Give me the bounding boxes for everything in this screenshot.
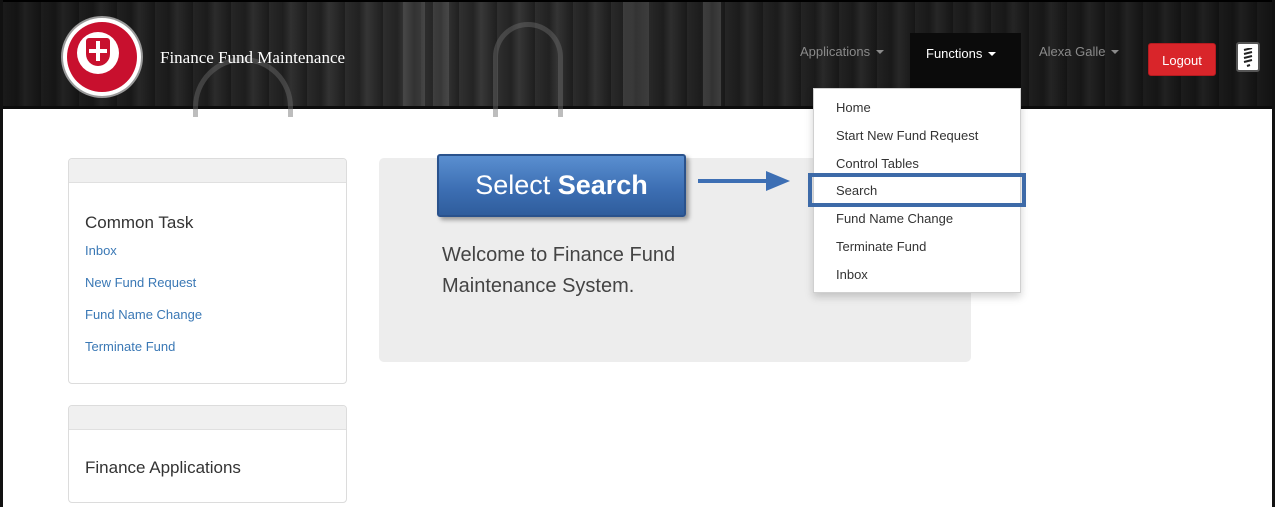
finance-applications-panel: Finance Applications	[68, 405, 347, 503]
app-title[interactable]: Finance Fund Maintenance	[160, 48, 345, 68]
link-fund-name-change[interactable]: Fund Name Change	[85, 307, 202, 322]
callout-prefix: Select	[475, 170, 558, 200]
menu-item-inbox[interactable]: Inbox	[836, 267, 868, 282]
menu-item-control-tables[interactable]: Control Tables	[836, 156, 919, 171]
link-new-fund-request[interactable]: New Fund Request	[85, 275, 196, 290]
university-seal-icon[interactable]	[63, 18, 141, 96]
nav-user-label: Alexa Galle	[1039, 44, 1106, 59]
menu-item-start-new-fund-request[interactable]: Start New Fund Request	[836, 128, 978, 143]
callout-emphasis: Search	[557, 170, 648, 200]
background-column	[623, 2, 649, 106]
finance-applications-title: Finance Applications	[85, 458, 241, 477]
menu-toggle-icon[interactable]	[1236, 42, 1260, 72]
caret-down-icon	[1111, 50, 1120, 54]
background-column	[403, 2, 425, 106]
nav-applications-dropdown[interactable]: Applications	[800, 44, 885, 59]
nav-functions-dropdown[interactable]: Functions	[910, 33, 1021, 88]
background-column	[433, 2, 449, 106]
select-search-callout: Select Search	[437, 154, 686, 217]
welcome-text: Welcome to Finance Fund Maintenance Syst…	[442, 244, 676, 297]
menu-item-terminate-fund[interactable]: Terminate Fund	[836, 239, 926, 254]
arrow-right-icon	[698, 171, 790, 191]
background-column	[703, 2, 721, 106]
caret-down-icon	[876, 50, 885, 54]
common-task-title: Common Task	[85, 213, 194, 232]
panel-header	[69, 406, 346, 430]
nav-applications-label: Applications	[800, 44, 871, 59]
nav-user-dropdown[interactable]: Alexa Galle	[1039, 44, 1120, 59]
link-inbox[interactable]: Inbox	[85, 243, 117, 258]
search-highlight-box	[808, 173, 1026, 207]
common-task-panel: Common Task Inbox New Fund Request Fund …	[68, 158, 347, 384]
logout-button[interactable]: Logout	[1148, 43, 1216, 76]
caret-down-icon	[988, 52, 997, 56]
nav-functions-label: Functions	[926, 46, 983, 61]
menu-item-home[interactable]: Home	[836, 100, 871, 115]
panel-header	[69, 159, 346, 183]
background-arch	[493, 22, 563, 117]
link-terminate-fund[interactable]: Terminate Fund	[85, 339, 175, 354]
menu-item-fund-name-change[interactable]: Fund Name Change	[836, 211, 953, 226]
